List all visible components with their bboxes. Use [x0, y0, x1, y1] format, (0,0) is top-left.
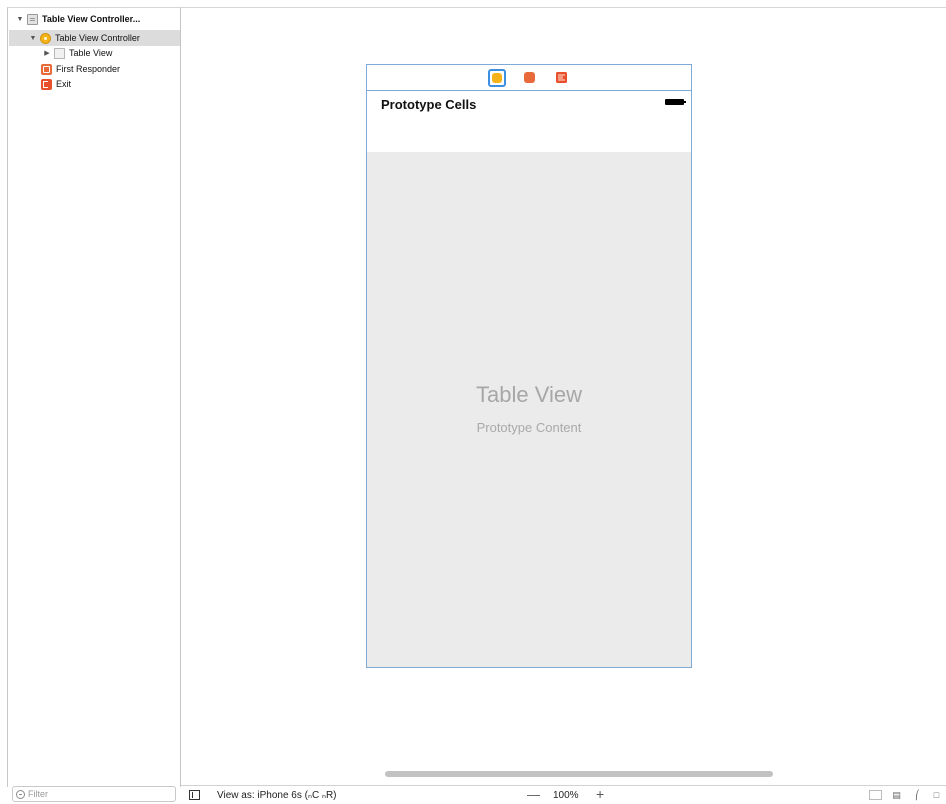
pin-icon[interactable]: □	[930, 790, 943, 800]
zoom-level: 100%	[553, 790, 579, 801]
battery-icon	[665, 99, 686, 105]
exit-icon	[41, 78, 52, 90]
table-view[interactable]: Table View Prototype Content	[367, 152, 691, 667]
filter-icon	[16, 789, 25, 799]
disclosure-triangle-icon[interactable]: ▼	[29, 34, 37, 42]
outline-item-first-responder[interactable]: First Responder	[9, 61, 180, 77]
update-frames-icon[interactable]	[869, 790, 882, 800]
outline-item-label: Table View	[69, 48, 113, 58]
document-outline: ▼ Table View Controller... ▼ Table View …	[7, 7, 181, 787]
view-controller-icon[interactable]	[488, 68, 506, 87]
first-responder-icon[interactable]	[520, 69, 538, 87]
exit-icon[interactable]	[552, 69, 570, 87]
outline-item-label: Table View Controller...	[42, 14, 141, 24]
zoom-out-button[interactable]: —	[527, 787, 540, 802]
scene-icon	[27, 13, 38, 25]
outline-item-label: Exit	[56, 79, 72, 89]
horizontal-scrollbar[interactable]	[385, 771, 773, 777]
table-view-subtitle: Prototype Content	[476, 420, 582, 435]
stack-icon[interactable]: ▤	[890, 790, 903, 800]
table-view-title: Table View	[476, 382, 582, 407]
outline-toggle-icon[interactable]	[189, 790, 200, 800]
outline-item-label: Table View Controller	[55, 33, 140, 43]
view-controller-icon	[40, 32, 51, 44]
outline-item-table-view-controller[interactable]: ▼ Table View Controller	[9, 30, 180, 46]
disclosure-triangle-icon[interactable]: ▶	[43, 49, 51, 57]
filter-placeholder: Filter	[28, 789, 48, 799]
zoom-in-button[interactable]: +	[596, 786, 604, 802]
canvas-bottom-bar: View as: iPhone 6s (ₙC ₙR) — 100% + ▤ ⎛ …	[181, 785, 946, 804]
first-responder-icon	[41, 63, 52, 75]
filter-input[interactable]: Filter	[12, 786, 176, 802]
outline-item-exit[interactable]: Exit	[9, 76, 180, 92]
prototype-cells-title: Prototype Cells	[381, 97, 477, 112]
scene-dock	[367, 65, 691, 91]
align-icon[interactable]: ⎛	[911, 790, 924, 800]
table-view-controller-scene[interactable]: Prototype Cells Table View Prototype Con…	[366, 64, 692, 668]
outline-item-scene[interactable]: ▼ Table View Controller...	[9, 11, 180, 27]
table-view-icon	[54, 47, 65, 59]
view-as-button[interactable]: View as: iPhone 6s (ₙC ₙR)	[217, 790, 337, 801]
outline-item-table-view[interactable]: ▶ Table View	[9, 45, 180, 61]
outline-item-label: First Responder	[56, 64, 121, 74]
prototype-cells-header[interactable]: Prototype Cells	[367, 92, 691, 152]
disclosure-triangle-icon[interactable]: ▼	[16, 15, 24, 23]
